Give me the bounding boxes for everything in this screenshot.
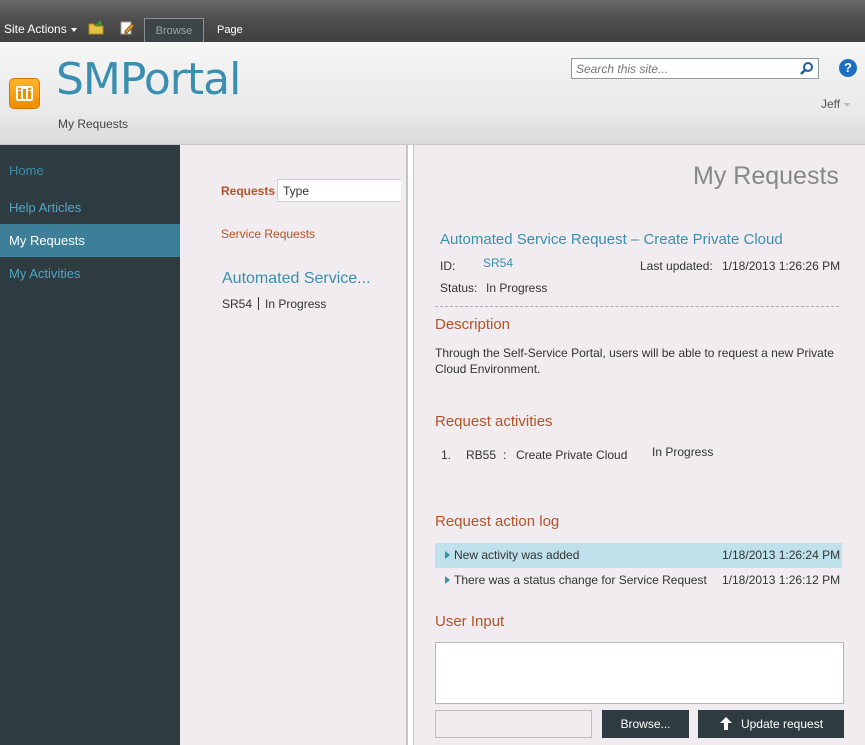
ribbon-bar: Site Actions Browse Page xyxy=(0,0,865,42)
request-list-item-meta: SR54 In Progress xyxy=(222,297,326,311)
description-heading: Description xyxy=(435,316,511,333)
log-message: There was a status change for Service Re… xyxy=(454,573,707,587)
status-label: Status: xyxy=(440,281,478,295)
search-icon[interactable] xyxy=(799,61,815,77)
expand-arrow-icon[interactable] xyxy=(445,551,450,559)
edit-page-icon[interactable] xyxy=(119,20,135,36)
upload-arrow-icon xyxy=(719,713,733,741)
nav-item-my-requests[interactable]: My Requests xyxy=(0,224,180,257)
search-input[interactable] xyxy=(572,59,797,78)
site-header: SMPortal My Requests ? Jeff xyxy=(0,42,865,145)
browse-button[interactable]: Browse... xyxy=(602,710,689,738)
chevron-down-icon xyxy=(844,102,851,107)
chevron-down-icon xyxy=(70,27,77,32)
left-navigation: Home Help Articles My Requests My Activi… xyxy=(0,145,180,745)
request-list-item-id: SR54 xyxy=(222,297,253,311)
activity-name: Create Private Cloud xyxy=(516,448,628,462)
requests-filter-label[interactable]: Requests xyxy=(221,184,275,198)
last-updated-value: 1/18/2013 1:26:26 PM xyxy=(722,259,841,273)
divider xyxy=(258,297,260,310)
user-name: Jeff xyxy=(821,97,841,111)
request-id-link[interactable]: SR54 xyxy=(483,256,513,270)
log-timestamp: 1/18/2013 1:26:24 PM xyxy=(722,548,841,562)
search-box xyxy=(571,58,819,79)
user-input-field[interactable] xyxy=(435,642,844,704)
request-list-item-title[interactable]: Automated Service... xyxy=(222,270,371,288)
log-message: New activity was added xyxy=(454,548,580,562)
last-updated-label: Last updated: xyxy=(640,259,713,273)
page-title: My Requests xyxy=(693,162,839,190)
breadcrumb[interactable]: My Requests xyxy=(58,117,128,131)
tab-page[interactable]: Page xyxy=(207,18,253,42)
nav-item-help-articles[interactable]: Help Articles xyxy=(0,191,180,224)
folder-navigate-icon[interactable] xyxy=(88,20,104,36)
request-title: Automated Service Request – Create Priva… xyxy=(440,231,783,248)
activity-separator: : xyxy=(503,448,507,462)
update-request-button[interactable]: Update request xyxy=(698,710,844,738)
nav-item-my-activities[interactable]: My Activities xyxy=(0,257,180,290)
description-text: Through the Self-Service Portal, users w… xyxy=(435,346,834,376)
id-label: ID: xyxy=(440,259,456,273)
user-menu[interactable]: Jeff xyxy=(821,97,851,111)
activity-id: RB55 xyxy=(466,448,497,462)
file-path-field[interactable] xyxy=(435,710,592,738)
request-activities-heading: Request activities xyxy=(435,413,553,430)
user-input-heading: User Input xyxy=(435,613,505,630)
update-request-label: Update request xyxy=(740,717,824,731)
activity-number: 1. xyxy=(441,448,452,462)
panel-splitter[interactable] xyxy=(406,145,414,745)
status-value: In Progress xyxy=(486,281,548,295)
divider xyxy=(435,306,839,307)
site-title[interactable]: SMPortal xyxy=(56,54,241,105)
log-entry[interactable]: There was a status change for Service Re… xyxy=(435,568,842,593)
request-action-log-heading: Request action log xyxy=(435,513,560,530)
site-actions-menu[interactable]: Site Actions xyxy=(4,22,77,36)
expand-arrow-icon[interactable] xyxy=(445,576,450,584)
nav-item-home[interactable]: Home xyxy=(0,154,180,187)
request-list-item-status: In Progress xyxy=(265,297,327,311)
log-entry[interactable]: New activity was added 1/18/2013 1:26:24… xyxy=(435,543,842,568)
log-timestamp: 1/18/2013 1:26:12 PM xyxy=(722,573,841,587)
service-requests-group[interactable]: Service Requests xyxy=(221,227,315,241)
tab-browse[interactable]: Browse xyxy=(144,18,204,42)
site-actions-label: Site Actions xyxy=(4,22,67,36)
activity-status: In Progress xyxy=(652,445,714,459)
site-logo[interactable] xyxy=(9,78,40,109)
type-column-header[interactable]: Type xyxy=(277,179,401,202)
help-icon[interactable]: ? xyxy=(839,59,857,77)
